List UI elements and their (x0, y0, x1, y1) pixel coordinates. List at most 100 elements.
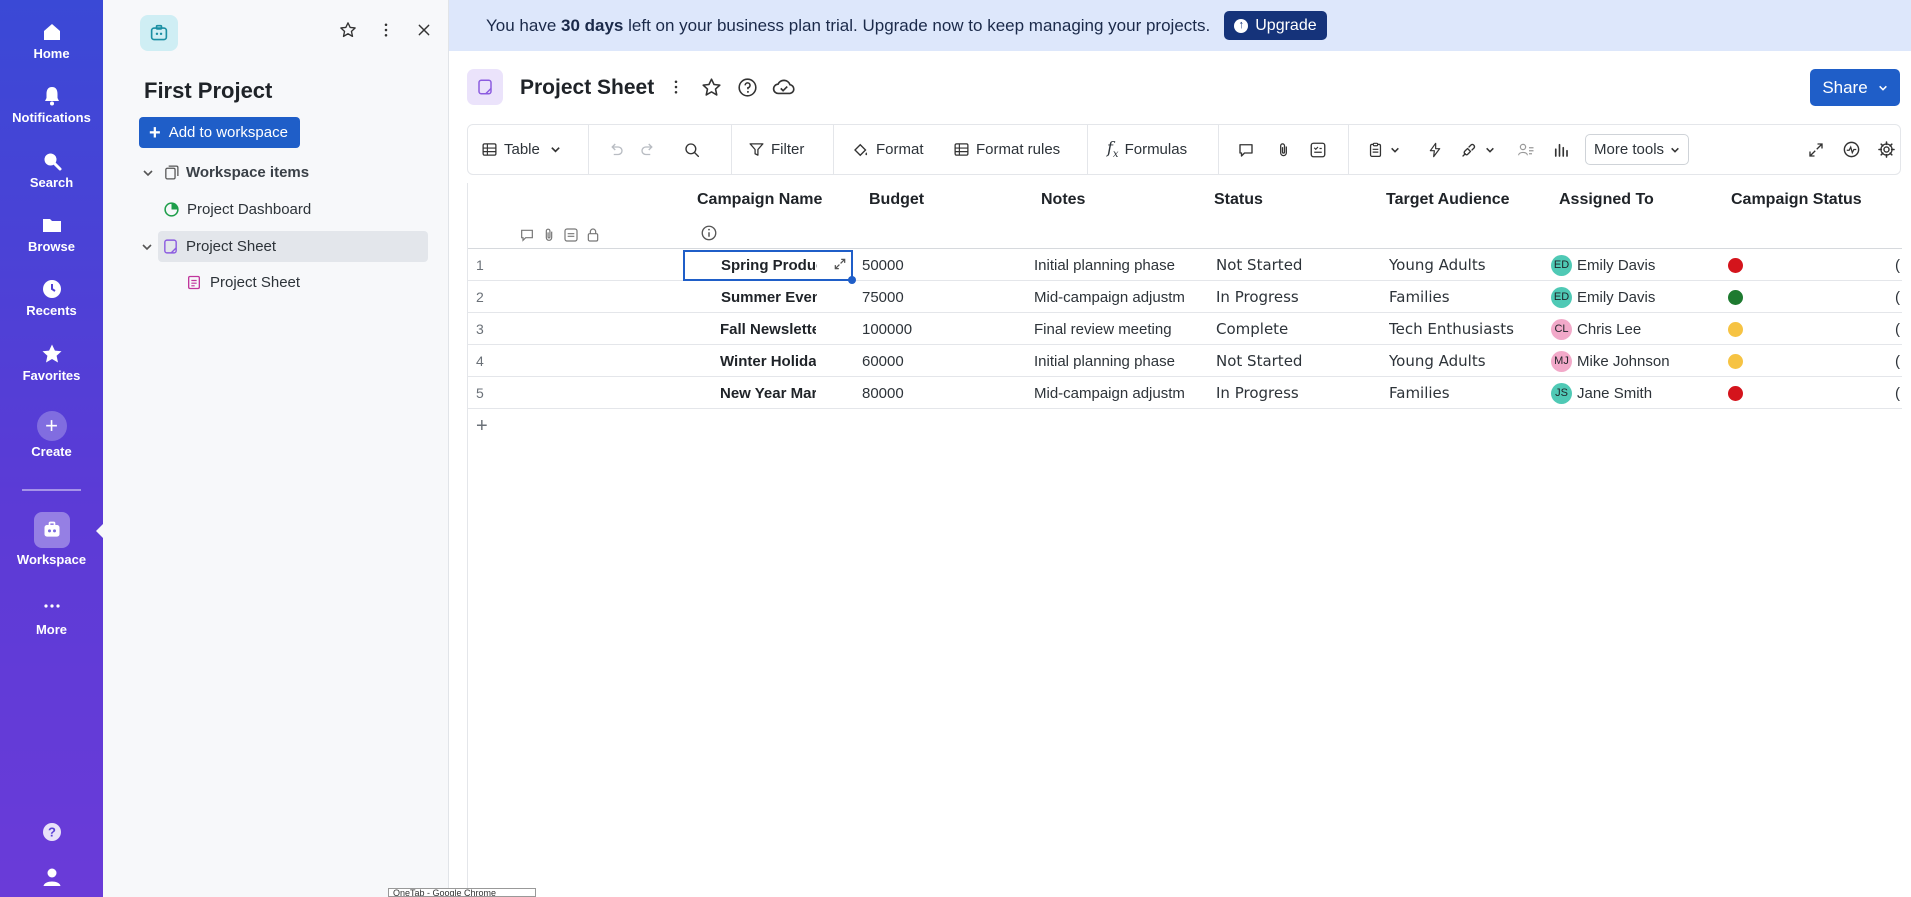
cell-target-audience[interactable]: Young Adults (1389, 249, 1549, 281)
upgrade-button[interactable]: ↑ Upgrade (1224, 11, 1327, 40)
search-sheet-button[interactable] (683, 125, 701, 174)
cell-status[interactable]: In Progress (1216, 281, 1366, 313)
assignee-name: Jane Smith (1577, 384, 1653, 402)
nav-favorites[interactable]: Favorites (0, 342, 103, 383)
filter-button[interactable]: Filter (748, 125, 804, 174)
cell-campaign-status[interactable] (1728, 313, 1788, 345)
more-tools-button[interactable]: More tools (1585, 134, 1690, 165)
cell-campaign-name[interactable]: Summer Event P (721, 281, 817, 313)
cell-campaign-name[interactable]: New Year Market (720, 377, 816, 409)
cell-status[interactable]: In Progress (1216, 377, 1366, 409)
info-icon[interactable] (700, 224, 718, 242)
table-row[interactable]: 1 Spring Produc 50000 Initial planning p… (468, 249, 1902, 281)
cell-target-audience[interactable]: Tech Enthusiasts (1389, 313, 1549, 345)
cell-status[interactable]: Not Started (1216, 345, 1366, 377)
nav-create[interactable]: + Create (0, 411, 103, 459)
redo-button[interactable] (639, 125, 657, 174)
tree-workspace-items[interactable]: Workspace items (103, 157, 449, 188)
col-header-notes[interactable]: Notes (1041, 191, 1085, 209)
tree-project-sheet[interactable]: Project Sheet (142, 231, 428, 262)
cell-assigned-to[interactable]: JS Jane Smith (1551, 377, 1711, 409)
cell-assigned-to[interactable]: ED Emily Davis (1551, 249, 1711, 281)
cell-target-audience[interactable]: Families (1389, 377, 1549, 409)
charts-button[interactable] (1552, 125, 1570, 174)
fullscreen-button[interactable] (1807, 125, 1825, 174)
automations-button[interactable] (1427, 125, 1443, 174)
col-header-campaign-status[interactable]: Campaign Status (1731, 191, 1862, 209)
workspace-menu-button[interactable] (376, 20, 396, 40)
attachments-button[interactable] (1275, 125, 1292, 174)
cell-notes[interactable]: Mid-campaign adjustm (1034, 377, 1194, 409)
cell-assigned-to[interactable]: CL Chris Lee (1551, 313, 1711, 345)
col-header-budget[interactable]: Budget (869, 191, 924, 209)
cell-status[interactable]: Complete (1216, 313, 1366, 345)
cell-budget[interactable]: 75000 (862, 281, 1002, 313)
cell-budget[interactable]: 50000 (862, 249, 1002, 281)
format-rules-button[interactable]: Format rules (953, 125, 1060, 174)
chevron-down-icon (1671, 147, 1679, 153)
nav-search[interactable]: Search (0, 149, 103, 190)
help-button[interactable] (736, 76, 758, 98)
cell-status[interactable]: Not Started (1216, 249, 1366, 281)
cell-target-audience[interactable]: Families (1389, 281, 1549, 313)
cell-notes[interactable]: Initial planning phase (1034, 249, 1194, 281)
col-header-target-audience[interactable]: Target Audience (1386, 191, 1510, 209)
cell-budget[interactable]: 80000 (862, 377, 1002, 409)
cell-campaign-status[interactable] (1728, 345, 1788, 377)
undo-button[interactable] (607, 125, 625, 174)
format-button[interactable]: Format (852, 125, 924, 174)
comments-button[interactable] (1237, 125, 1255, 174)
home-icon (43, 24, 60, 40)
nav-workspace[interactable]: Workspace (0, 512, 103, 567)
activity-button[interactable] (1842, 125, 1861, 174)
col-header-campaign-name[interactable]: Campaign Name (697, 191, 822, 209)
tree-project-sheet-child[interactable]: Project Sheet (103, 267, 449, 298)
row-number: 1 (476, 257, 484, 273)
nav-browse[interactable]: Browse (0, 213, 103, 254)
nav-recents[interactable]: Recents (0, 277, 103, 318)
nav-home[interactable]: Home (0, 20, 103, 61)
formulas-button[interactable]: fx Formulas (1107, 125, 1187, 174)
connections-button[interactable] (1459, 125, 1495, 174)
share-button[interactable]: Share (1810, 69, 1900, 106)
resource-management-button[interactable] (1516, 125, 1536, 174)
table-row[interactable]: 5 New Year Market 80000 Mid-campaign adj… (468, 377, 1902, 409)
cell-campaign-status[interactable] (1728, 249, 1788, 281)
table-row[interactable]: 4 Winter Holiday S 60000 Initial plannin… (468, 345, 1902, 377)
cell-budget[interactable]: 100000 (862, 313, 1002, 345)
cell-notes[interactable]: Final review meeting (1034, 313, 1194, 345)
add-to-workspace-button[interactable]: + Add to workspace (139, 117, 300, 148)
favorite-workspace-button[interactable] (338, 20, 358, 40)
profile-button[interactable] (0, 865, 103, 889)
view-selector[interactable]: Table (481, 125, 561, 174)
reports-button[interactable] (1367, 125, 1400, 174)
col-header-assigned-to[interactable]: Assigned To (1559, 191, 1654, 209)
tree-project-dashboard[interactable]: Project Dashboard (103, 194, 449, 225)
nav-more[interactable]: More (0, 594, 103, 637)
expand-cell-icon[interactable] (833, 257, 847, 271)
sync-status-button[interactable] (772, 76, 796, 98)
cell-campaign-status[interactable] (1728, 377, 1788, 409)
add-row-button[interactable]: + (476, 415, 488, 438)
close-panel-button[interactable] (414, 20, 434, 40)
cell-notes[interactable]: Mid-campaign adjustm (1034, 281, 1194, 313)
cell-target-audience[interactable]: Young Adults (1389, 345, 1549, 377)
cell-campaign-name[interactable]: Spring Produc (721, 249, 817, 281)
sheet-menu-button[interactable] (666, 77, 686, 97)
help-button[interactable]: ? (0, 820, 103, 844)
cell-campaign-name[interactable]: Winter Holiday S (720, 345, 816, 377)
star-icon (42, 344, 61, 363)
cell-budget[interactable]: 60000 (862, 345, 1002, 377)
table-row[interactable]: 2 Summer Event P 75000 Mid-campaign adju… (468, 281, 1902, 313)
cell-campaign-status[interactable] (1728, 281, 1788, 313)
settings-button[interactable] (1877, 125, 1896, 174)
cell-assigned-to[interactable]: MJ Mike Johnson (1551, 345, 1711, 377)
cell-notes[interactable]: Initial planning phase (1034, 345, 1194, 377)
table-row[interactable]: 3 Fall Newsletter C 100000 Final review … (468, 313, 1902, 345)
forms-button[interactable] (1309, 125, 1327, 174)
cell-assigned-to[interactable]: ED Emily Davis (1551, 281, 1711, 313)
cell-campaign-name[interactable]: Fall Newsletter C (720, 313, 816, 345)
favorite-sheet-button[interactable] (700, 76, 722, 98)
col-header-status[interactable]: Status (1214, 191, 1263, 209)
nav-notifications[interactable]: Notifications (0, 84, 103, 125)
